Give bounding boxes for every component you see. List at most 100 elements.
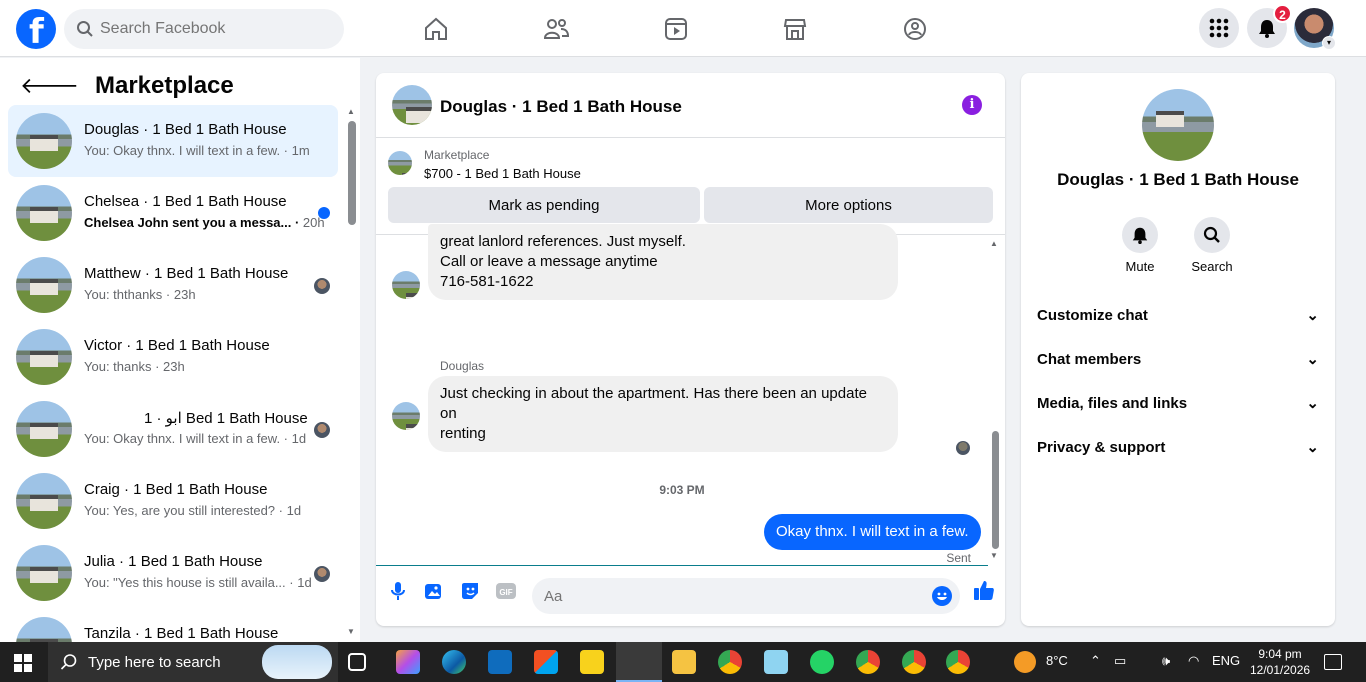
message-text: great lanlord references. Just myself. <box>440 233 686 250</box>
listing-thumbnail <box>16 329 72 385</box>
marketplace-icon[interactable] <box>778 12 812 46</box>
chat-scrollbar[interactable] <box>992 431 999 549</box>
chrome-icon[interactable] <box>718 650 742 674</box>
incoming-message[interactable]: Just checking in about the apartment. Ha… <box>428 376 898 452</box>
file-explorer-icon[interactable] <box>672 650 696 674</box>
listing-thumbnail[interactable] <box>388 151 412 175</box>
chevron-down-icon: ▾ <box>1322 36 1336 50</box>
marketplace-listing-bar: Marketplace $700 - 1 Bed 1 Bath House Ma… <box>376 139 1005 235</box>
message-input-box[interactable] <box>532 578 960 614</box>
customize-chat-row[interactable]: Customize chat ⌄ <box>1037 293 1319 337</box>
whatsapp-icon[interactable] <box>810 650 834 674</box>
scroll-up-arrow-icon[interactable]: ▲ <box>990 239 998 248</box>
scroll-up-arrow-icon[interactable]: ▲ <box>347 107 355 116</box>
sticker-icon[interactable] <box>459 580 481 602</box>
conversation-item[interactable]: ابو · 1 Bed 1 Bath House You: Okay thnx.… <box>8 393 338 465</box>
conversation-item[interactable]: Matthew · 1 Bed 1 Bath House You: ththan… <box>8 249 338 321</box>
info-icon[interactable]: i <box>962 95 982 115</box>
sticky-notes-icon[interactable] <box>580 650 604 674</box>
weather-icon[interactable] <box>1014 651 1036 673</box>
chevron-up-icon[interactable]: ⌃ <box>1090 653 1101 669</box>
friends-icon[interactable] <box>539 12 573 46</box>
emoji-icon[interactable] <box>932 586 952 606</box>
volume-icon[interactable]: 🕪 <box>1162 653 1170 669</box>
edge-icon[interactable] <box>442 650 466 674</box>
outlook-icon[interactable] <box>488 650 512 674</box>
home-icon[interactable] <box>419 12 453 46</box>
windows-start-icon[interactable] <box>14 654 32 672</box>
app-icon[interactable] <box>764 650 788 674</box>
listing-thumbnail <box>16 257 72 313</box>
search-chat-button[interactable]: Search <box>1182 217 1242 274</box>
media-files-links-row[interactable]: Media, files and links ⌄ <box>1037 381 1319 425</box>
chrome-profile-icon[interactable] <box>856 650 880 674</box>
like-thumb-icon[interactable] <box>972 578 996 602</box>
copilot-icon[interactable] <box>396 650 420 674</box>
conversation-item[interactable]: Victor · 1 Bed 1 Bath House You: thanks … <box>8 321 338 393</box>
sidebar-scrollbar[interactable] <box>348 121 356 225</box>
clock-date: 12/01/2026 <box>1250 663 1311 677</box>
search-highlight-image <box>262 645 332 679</box>
conversation-preview: You: thanks · 23h <box>84 359 185 374</box>
weather-temp[interactable]: 8°C <box>1046 653 1068 668</box>
scroll-down-arrow-icon[interactable]: ▼ <box>347 627 355 636</box>
active-app-icon[interactable] <box>616 642 662 682</box>
listing-thumbnail <box>16 545 72 601</box>
mark-pending-button[interactable]: Mark as pending <box>388 187 700 223</box>
outgoing-message[interactable]: Okay thnx. I will text in a few. <box>764 514 981 550</box>
message-text: renting <box>440 425 486 442</box>
listing-price[interactable]: $700 - 1 Bed 1 Bath House <box>424 166 581 181</box>
chat-members-row[interactable]: Chat members ⌄ <box>1037 337 1319 381</box>
conversation-list: Douglas · 1 Bed 1 Bath House You: Okay t… <box>8 105 338 649</box>
listing-avatar[interactable] <box>1142 89 1214 161</box>
notifications-button[interactable]: 2 <box>1247 4 1292 48</box>
message-text: Call or leave a message anytime <box>440 253 658 270</box>
clock[interactable]: 9:04 pm 12/01/2026 <box>1250 646 1310 678</box>
chrome-profile-icon[interactable] <box>902 650 926 674</box>
microphone-icon[interactable] <box>387 580 409 602</box>
scroll-down-arrow-icon[interactable]: ▼ <box>990 551 998 560</box>
profile-avatar[interactable]: ▾ <box>1294 8 1336 50</box>
incoming-message[interactable]: great lanlord references. Just myself. C… <box>428 224 898 300</box>
conversation-item[interactable]: Douglas · 1 Bed 1 Bath House You: Okay t… <box>8 105 338 177</box>
wifi-icon[interactable]: ◠ <box>1188 653 1199 669</box>
conversation-item[interactable]: Chelsea · 1 Bed 1 Bath House Chelsea Joh… <box>8 177 338 249</box>
task-view-icon[interactable] <box>348 653 366 671</box>
sidebar-header: 🡐 Marketplace <box>20 72 234 100</box>
store-icon[interactable] <box>534 650 558 674</box>
search-input[interactable] <box>100 9 330 49</box>
video-icon[interactable] <box>659 12 693 46</box>
message-text: Just checking in about the apartment. Ha… <box>440 385 867 422</box>
facebook-logo[interactable]: f <box>16 9 56 52</box>
mute-button[interactable]: Mute <box>1110 217 1170 274</box>
search-icon <box>1203 226 1220 243</box>
listing-thumbnail <box>16 473 72 529</box>
seen-avatar <box>314 422 330 438</box>
conversation-item[interactable]: Craig · 1 Bed 1 Bath House You: Yes, are… <box>8 465 338 537</box>
chevron-down-icon: ⌄ <box>1306 307 1319 324</box>
bell-icon <box>1132 227 1148 244</box>
sender-avatar[interactable] <box>392 271 420 299</box>
taskbar-search[interactable]: Type here to search <box>48 642 338 682</box>
privacy-support-row[interactable]: Privacy & support ⌄ <box>1037 425 1319 469</box>
battery-icon[interactable]: ▭ <box>1114 653 1126 669</box>
notification-center-icon[interactable] <box>1324 654 1342 670</box>
search-bar[interactable] <box>64 9 344 49</box>
page-scrollbar[interactable] <box>1351 58 1366 642</box>
conversation-item[interactable]: Julia · 1 Bed 1 Bath House You: "Yes thi… <box>8 537 338 609</box>
message-input[interactable] <box>544 578 924 614</box>
sender-avatar[interactable] <box>392 402 420 430</box>
conversation-title: Julia · 1 Bed 1 Bath House <box>84 553 263 570</box>
chat-avatar[interactable] <box>392 85 432 125</box>
back-arrow-icon[interactable]: 🡐 <box>20 73 79 99</box>
chat-title[interactable]: Douglas · 1 Bed 1 Bath House <box>440 97 682 117</box>
groups-icon[interactable] <box>898 12 932 46</box>
gif-icon[interactable]: GIF <box>495 580 517 602</box>
more-options-button[interactable]: More options <box>704 187 993 223</box>
photo-icon[interactable] <box>423 580 445 602</box>
search-icon <box>60 654 77 670</box>
language-indicator[interactable]: ENG <box>1212 653 1240 668</box>
chrome-profile-icon[interactable] <box>946 650 970 674</box>
menu-grid-button[interactable] <box>1199 8 1239 48</box>
chevron-down-icon: ⌄ <box>1306 351 1319 368</box>
